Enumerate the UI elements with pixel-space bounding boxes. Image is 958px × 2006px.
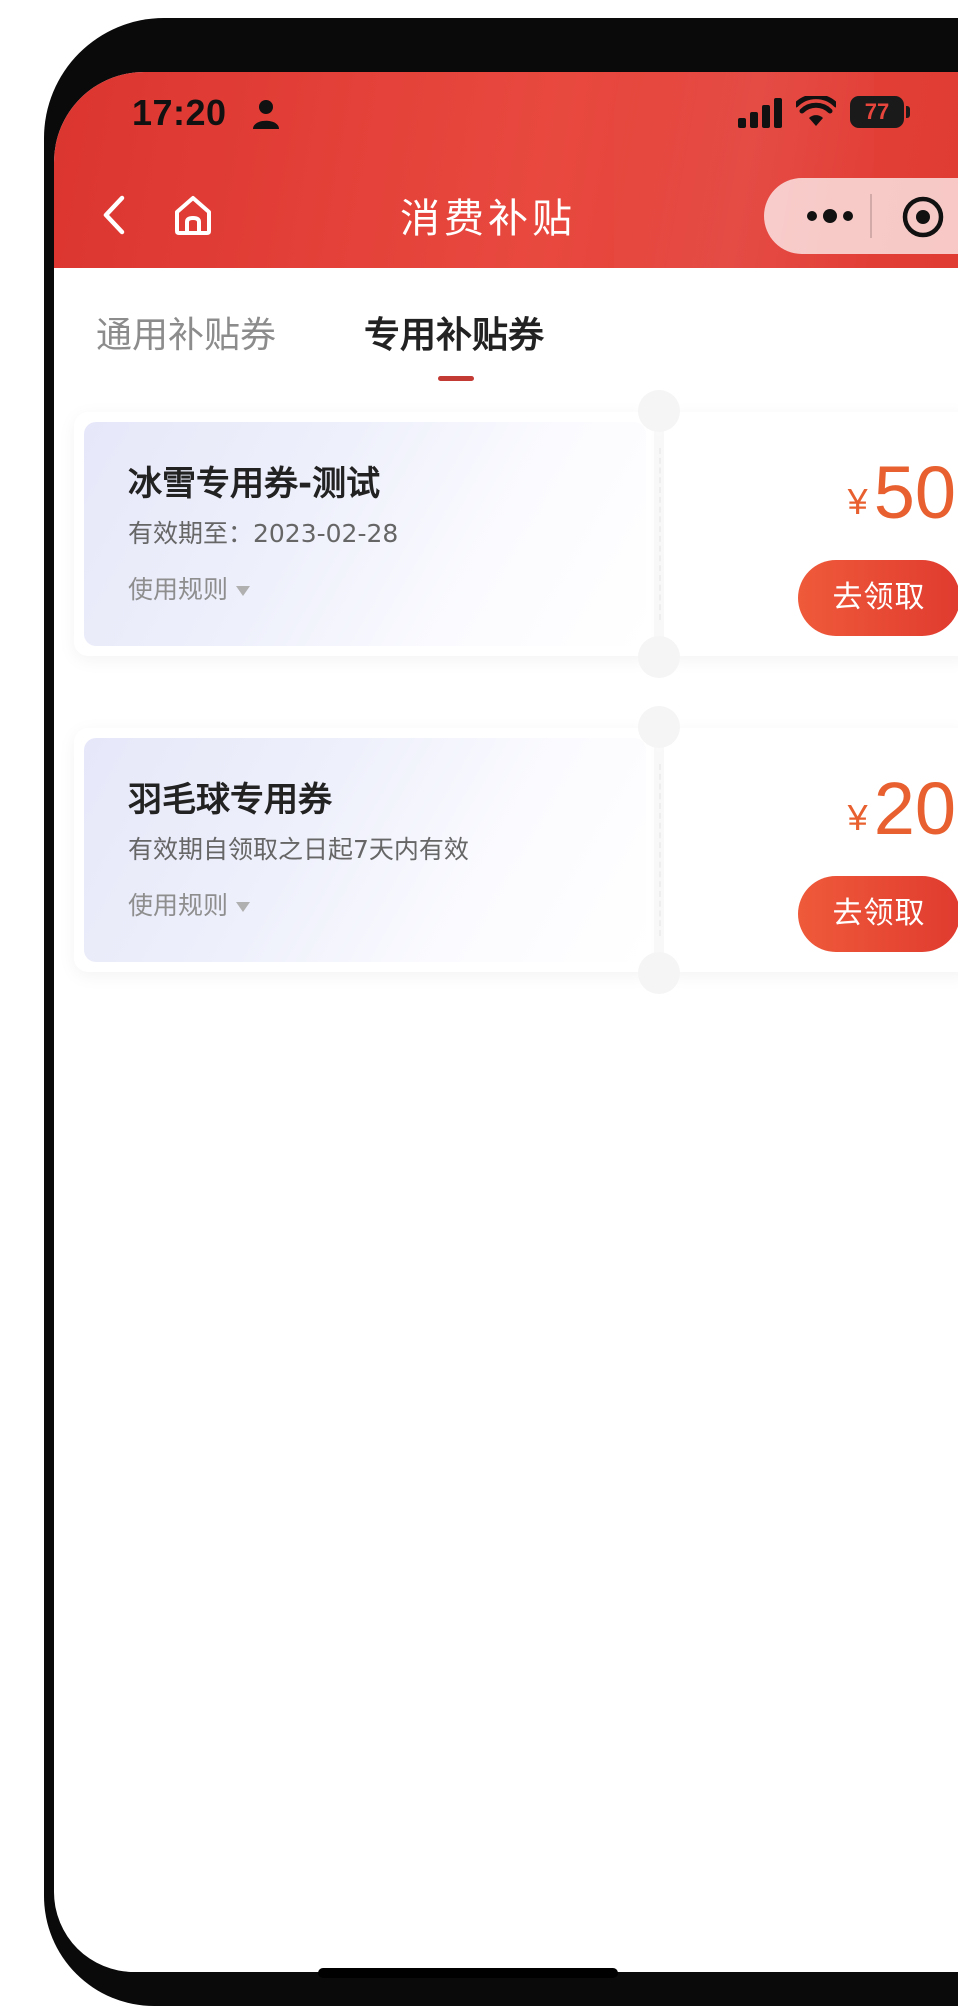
coupon-tabs: 通用补贴券 专用补贴券 [54, 268, 958, 388]
currency-symbol: ¥ [847, 481, 868, 522]
coupon-card: 冰雪专用券-测试 有效期至：2023-02-28 使用规则 ¥50 去领取 [74, 390, 958, 678]
currency-symbol: ¥ [847, 797, 868, 838]
battery-tip [906, 106, 910, 118]
battery-level: 77 [864, 99, 890, 124]
more-icon[interactable] [800, 196, 860, 236]
target-icon[interactable] [900, 194, 946, 240]
coupon-card: 羽毛球专用券 有效期自领取之日起7天内有效 使用规则 ¥20 去领取 [74, 706, 958, 994]
coupon-info-panel: 冰雪专用券-测试 有效期至：2023-02-28 使用规则 [74, 412, 654, 656]
coupon-title: 羽毛球专用券 [128, 780, 332, 820]
claim-button[interactable]: 去领取 [798, 876, 958, 952]
nav-header: 17:20 77 消费补贴 [54, 72, 958, 268]
coupon-title: 冰雪专用券-测试 [128, 464, 381, 504]
wifi-icon [796, 96, 836, 126]
coupon-notch-top [638, 706, 680, 748]
coupon-rules-label: 使用规则 [128, 891, 229, 920]
capsule-divider [870, 194, 872, 238]
coupon-perforation [659, 764, 661, 936]
signal-icon [738, 98, 782, 128]
person-icon [253, 100, 279, 129]
home-icon[interactable] [170, 192, 216, 238]
home-indicator [318, 1968, 618, 1978]
page-title: 消费补贴 [400, 196, 576, 242]
status-time: 17:20 [132, 92, 227, 133]
tab-general-coupons[interactable]: 通用补贴券 [96, 306, 276, 358]
coupon-rules-toggle[interactable]: 使用规则 [128, 886, 251, 922]
coupon-amount: ¥20 [664, 766, 956, 851]
mini-program-capsule [764, 178, 958, 254]
coupon-amount: ¥50 [664, 450, 956, 535]
coupon-validity: 有效期自领取之日起7天内有效 [128, 835, 469, 864]
app-screen: 17:20 77 消费补贴 通用补贴券 专用补贴券 冰雪专用券-测试 有效期至：… [54, 72, 958, 1972]
tab-special-coupons[interactable]: 专用补贴券 [364, 306, 544, 358]
coupon-info-panel: 羽毛球专用券 有效期自领取之日起7天内有效 使用规则 [74, 728, 654, 972]
active-tab-indicator [438, 376, 474, 381]
coupon-notch-bottom [638, 636, 680, 678]
coupon-value-panel: ¥50 去领取 [664, 412, 958, 656]
coupon-rules-toggle[interactable]: 使用规则 [128, 570, 251, 606]
amount-value: 50 [873, 451, 956, 534]
caret-down-icon [236, 902, 251, 912]
back-icon[interactable] [96, 190, 132, 240]
coupon-rules-label: 使用规则 [128, 575, 229, 604]
coupon-validity: 有效期至：2023-02-28 [128, 519, 399, 548]
coupon-notch-top [638, 390, 680, 432]
caret-down-icon [236, 586, 251, 596]
amount-value: 20 [873, 767, 956, 850]
coupon-notch-bottom [638, 952, 680, 994]
coupon-value-panel: ¥20 去领取 [664, 728, 958, 972]
coupon-perforation [659, 448, 661, 620]
claim-button[interactable]: 去领取 [798, 560, 958, 636]
battery-icon: 77 [850, 96, 910, 128]
